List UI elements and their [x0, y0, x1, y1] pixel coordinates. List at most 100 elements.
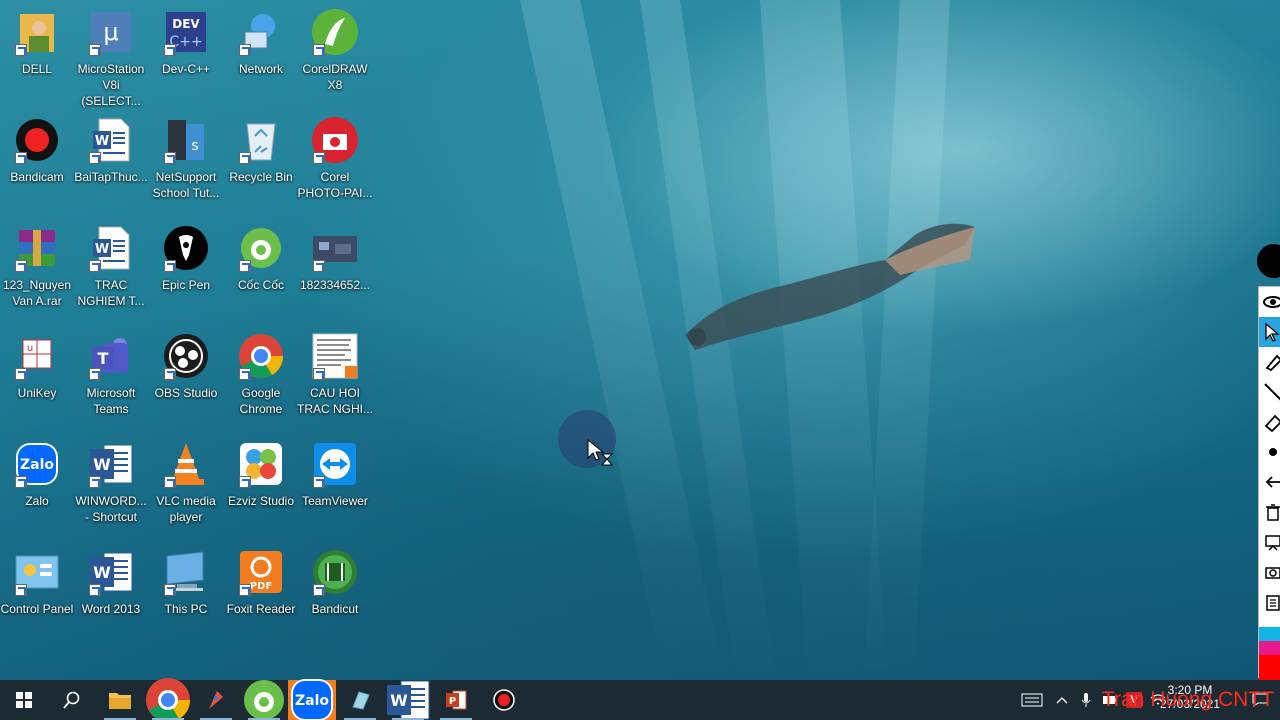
epic-pen-toolbar [1258, 286, 1280, 685]
undo-icon[interactable] [1259, 467, 1280, 497]
desktop-icon[interactable]: PDF Foxit Reader [224, 548, 298, 617]
taskbar-coccoc[interactable] [240, 680, 288, 720]
desktop-icon[interactable]: Epic Pen [149, 224, 223, 293]
desktop-icon-label: MicroStation V8i (SELECT... [77, 62, 145, 108]
shortcut-arrow-icon [164, 152, 176, 164]
image-file-icon [311, 224, 359, 272]
color-swatch-cyan[interactable] [1259, 627, 1280, 641]
pen-icon[interactable] [1259, 347, 1280, 377]
desktop-icon-label: Recycle Bin [229, 170, 293, 184]
pointer-icon[interactable] [1259, 317, 1280, 347]
shortcut-arrow-icon [15, 368, 27, 380]
network-icon [237, 8, 285, 56]
teams-icon: T [87, 332, 135, 380]
desktop-icon[interactable]: s NetSupport School Tut... [149, 116, 223, 201]
line-icon[interactable] [1259, 377, 1280, 407]
desktop-icon[interactable]: DELL [0, 8, 74, 77]
taskbar-paint-tool[interactable] [192, 680, 240, 720]
pen-tool-icon [205, 689, 227, 711]
desktop-icon[interactable]: CorelDRAW X8 [298, 8, 372, 93]
windows-logo-icon [16, 692, 32, 708]
desktop-icon[interactable]: VLC media player [149, 440, 223, 525]
busy-cursor-icon [587, 438, 614, 466]
desktop-icon[interactable]: W WINWORD... - Shortcut [74, 440, 148, 525]
desktop-icon-label: NetSupport School Tut... [152, 170, 220, 200]
taskbar-start-button[interactable] [0, 680, 48, 720]
desktop-icon[interactable]: Google Chrome [224, 332, 298, 417]
desktop-icon[interactable]: Zalo Zalo [0, 440, 74, 509]
control-panel-icon [13, 548, 61, 596]
shortcut-arrow-icon [89, 476, 101, 488]
desktop-icon[interactable]: 182334652... [298, 224, 372, 293]
shortcut-arrow-icon [15, 476, 27, 488]
chrome-icon [145, 677, 191, 720]
desktop-icon[interactable]: u UniKey [0, 332, 74, 401]
highlighter-icon[interactable] [1259, 407, 1280, 437]
desktop-icon[interactable]: Corel PHOTO-PAI... [298, 116, 372, 201]
ezviz-icon [237, 440, 285, 488]
shortcut-arrow-icon [239, 368, 251, 380]
taskbar: Zalo W P V [0, 677, 1280, 720]
this-pc-icon [162, 548, 210, 596]
desktop-icon[interactable]: Control Panel [0, 548, 74, 617]
shortcut-arrow-icon [313, 44, 325, 56]
bandicut-icon [311, 548, 359, 596]
svg-text:DEV: DEV [172, 17, 200, 31]
taskbar-search-button[interactable] [48, 680, 96, 720]
taskbar-word[interactable]: W [384, 680, 432, 720]
trash-icon[interactable] [1259, 497, 1280, 527]
desktop-icon[interactable]: Recycle Bin [224, 116, 298, 185]
taskbar-zalo[interactable]: Zalo [288, 679, 336, 720]
desktop-icon[interactable]: Ezviz Studio [224, 440, 298, 509]
brush-size-icon[interactable] [1259, 437, 1280, 467]
color-swatch-magenta[interactable] [1259, 641, 1280, 655]
desktop-icon[interactable]: T Microsoft Teams [74, 332, 148, 417]
camera-icon[interactable] [1259, 557, 1280, 587]
shortcut-arrow-icon [15, 44, 27, 56]
chevron-up-icon[interactable] [1050, 680, 1074, 720]
foxit-reader-icon: PDF [237, 548, 285, 596]
microphone-icon[interactable] [1074, 680, 1098, 720]
desktop-icon[interactable]: Cốc Cốc [224, 224, 298, 293]
taskbar-file-explorer[interactable] [96, 680, 144, 720]
taskbar-bandicam-record[interactable] [480, 680, 528, 720]
zalo-icon: Zalo [13, 440, 61, 488]
desktop-icon-label: Cốc Cốc [237, 278, 284, 292]
desktop-icon-label: Control Panel [0, 602, 74, 616]
obs-icon [162, 332, 210, 380]
desktop-icon[interactable]: 123_Nguyen Van A.rar [0, 224, 74, 309]
desktop-icon[interactable]: TeamViewer [298, 440, 372, 509]
desktop-icon-label: Corel PHOTO-PAI... [297, 170, 373, 200]
desktop-icon-label: UniKey [17, 386, 57, 400]
taskbar-notepad-tool[interactable] [336, 680, 384, 720]
desktop-icon[interactable]: μ MicroStation V8i (SELECT... [74, 8, 148, 109]
shortcut-arrow-icon [164, 44, 176, 56]
desktop-icon[interactable]: W BaiTapThuc... [74, 116, 148, 185]
desktop-icon[interactable]: W TRAC NGHIEM T... [74, 224, 148, 309]
desktop-icon[interactable]: Bandicam [0, 116, 74, 185]
clipboard-icon[interactable] [1259, 587, 1280, 617]
document-thumbnail-icon [311, 332, 359, 380]
shortcut-arrow-icon [89, 44, 101, 56]
taskbar-powerpoint[interactable]: P [432, 680, 480, 720]
desktop-icon[interactable]: OBS Studio [149, 332, 223, 401]
desktop-icon[interactable]: W Word 2013 [74, 548, 148, 617]
desktop-icon[interactable]: Bandicut [298, 548, 372, 617]
desktop-icon-label: TeamViewer [302, 494, 368, 508]
desktop-icon[interactable]: CAU HOI TRAC NGHI... [297, 332, 373, 417]
shortcut-arrow-icon [89, 584, 101, 596]
keyboard-icon[interactable] [1014, 680, 1050, 720]
word-app-icon: W [87, 440, 135, 488]
desktop-icon[interactable]: DEV C++ Dev-C++ [149, 8, 223, 77]
whiteboard-icon[interactable] [1259, 527, 1280, 557]
shortcut-arrow-icon [239, 476, 251, 488]
word-document-icon: W [87, 116, 135, 164]
desktop-icon[interactable]: This PC [149, 548, 223, 617]
unikey-icon: u [13, 332, 61, 380]
desktop-icon[interactable]: Network [224, 8, 298, 77]
microstation-icon: μ [87, 8, 135, 56]
taskbar-chrome[interactable] [144, 677, 192, 720]
desktop-icon-label: 182334652... [299, 278, 371, 292]
eye-icon[interactable] [1259, 287, 1280, 317]
svg-text:s: s [191, 138, 198, 154]
